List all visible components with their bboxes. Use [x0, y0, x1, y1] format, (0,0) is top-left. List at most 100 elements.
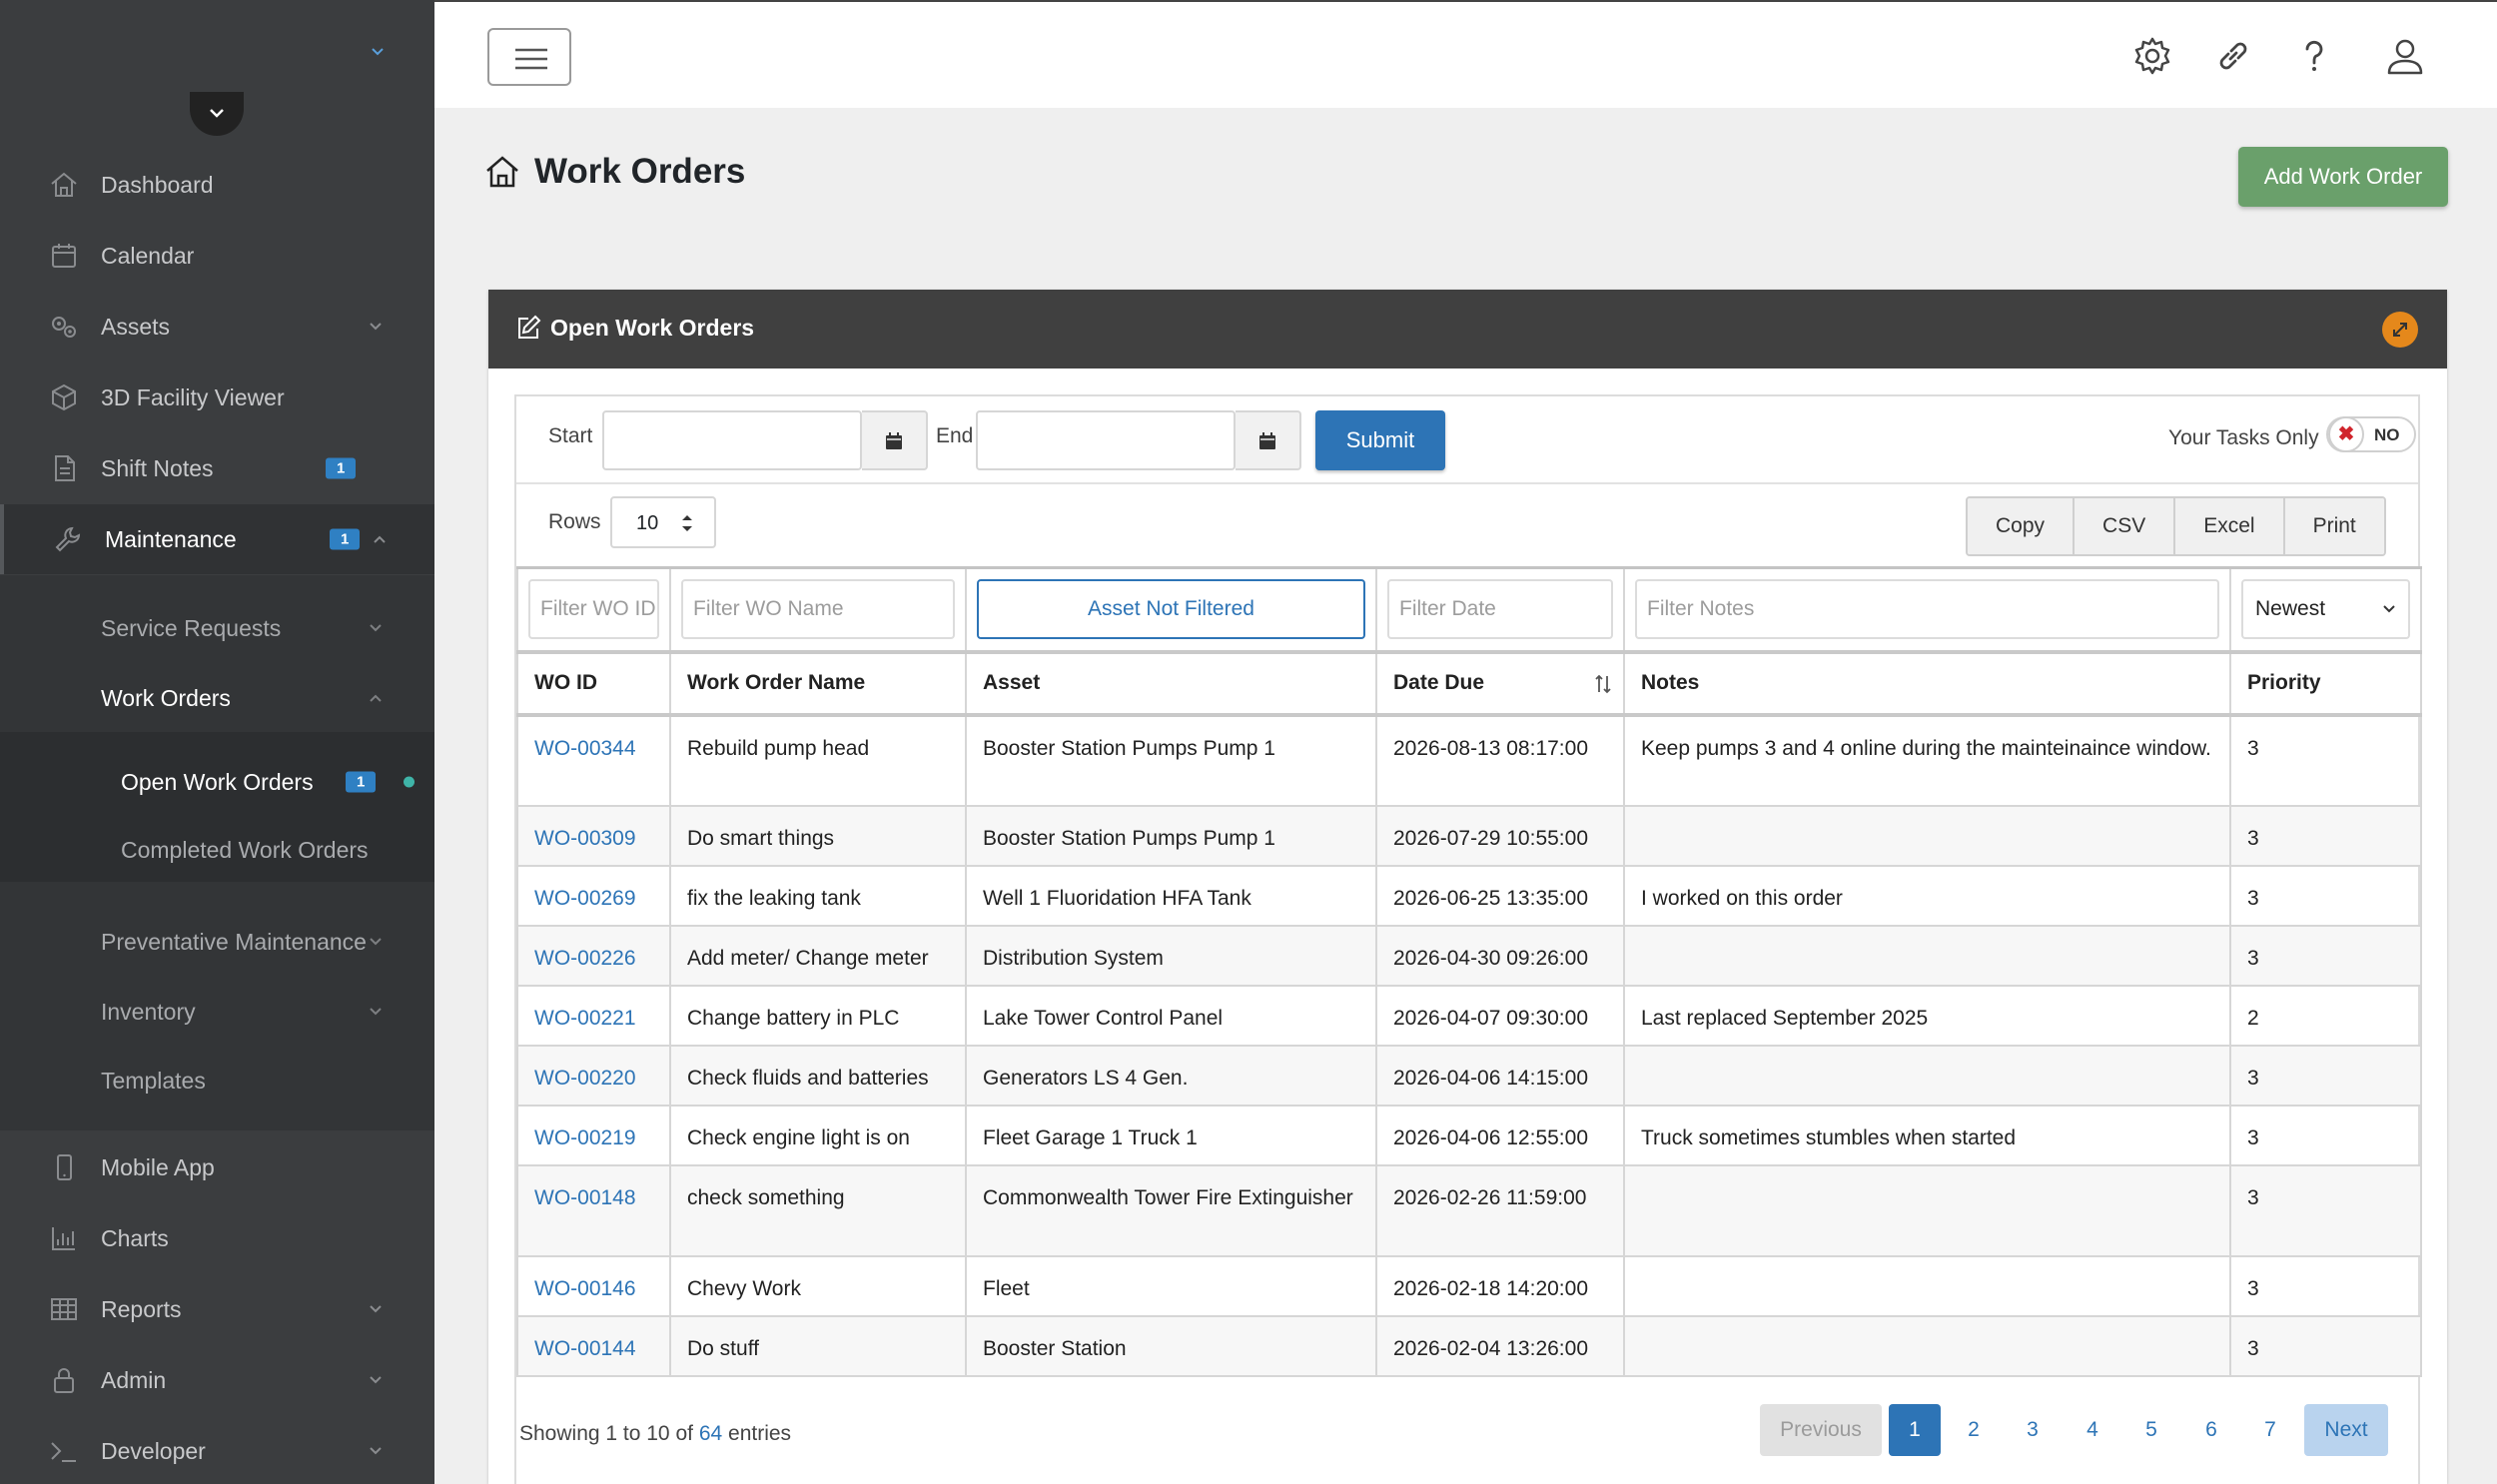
- chevron-down-icon: [370, 938, 382, 946]
- wo-id-link[interactable]: WO-00221: [534, 1007, 636, 1030]
- start-date-input[interactable]: [602, 410, 862, 470]
- end-calendar-button[interactable]: [1236, 410, 1301, 470]
- table-cell: WO-00226: [516, 924, 671, 987]
- wo-id-link[interactable]: WO-00226: [534, 947, 636, 970]
- chevron-down-icon: [210, 109, 224, 118]
- table-row[interactable]: WO-00148 check something Commonwealth Towe…: [516, 1163, 2422, 1257]
- table-cell: [1623, 1314, 2231, 1377]
- column-header-asset[interactable]: Asset: [965, 649, 1377, 717]
- sidebar-item-maintenance[interactable]: Maintenance 1: [0, 504, 434, 574]
- table-cell: WO-00309: [516, 804, 671, 867]
- page-6-button[interactable]: 6: [2185, 1404, 2237, 1456]
- table-cell: Booster Station Pumps Pump 1: [965, 804, 1377, 867]
- page-1-button[interactable]: 1: [1889, 1404, 1941, 1456]
- add-work-order-button[interactable]: Add Work Order: [2238, 147, 2448, 207]
- wo-id-link[interactable]: WO-00148: [534, 1186, 636, 1209]
- column-header-name[interactable]: Work Order Name: [669, 649, 967, 717]
- table-cell: [1623, 1163, 2231, 1257]
- table-row[interactable]: WO-00219 Check engine light is on Fleet Ga…: [516, 1104, 2422, 1166]
- end-date-input[interactable]: [976, 410, 1236, 470]
- table-cell: 2026-02-18 14:20:00: [1375, 1254, 1625, 1317]
- wo-id-link[interactable]: WO-00220: [534, 1067, 636, 1090]
- sidebar-collapse-toggle[interactable]: [190, 92, 244, 136]
- home-icon: [486, 156, 518, 188]
- help-icon[interactable]: [2292, 34, 2336, 78]
- asset-filter-button[interactable]: Asset Not Filtered: [977, 579, 1365, 640]
- column-header-notes[interactable]: Notes: [1623, 649, 2231, 717]
- your-tasks-toggle[interactable]: ✖ NO: [2326, 416, 2416, 452]
- table-row[interactable]: WO-00309 Do smart things Booster Station P…: [516, 804, 2422, 867]
- sidebar-item-label: Admin: [101, 1366, 167, 1393]
- sidebar-item-completed-work-orders[interactable]: Completed Work Orders: [0, 820, 434, 880]
- table-row[interactable]: WO-00269 fix the leaking tank Well 1 Fluor…: [516, 864, 2422, 927]
- column-header-priority[interactable]: Priority: [2229, 649, 2422, 717]
- table-cell: I worked on this order: [1623, 864, 2231, 927]
- sidebar-item-calendar[interactable]: Calendar: [0, 221, 434, 291]
- sidebar-item-reports[interactable]: Reports: [0, 1274, 434, 1344]
- gear-icon[interactable]: [2130, 34, 2174, 78]
- wo-id-link[interactable]: WO-00269: [534, 887, 636, 910]
- sidebar-item-charts[interactable]: Charts: [0, 1203, 434, 1273]
- column-header-wo-id[interactable]: WO ID: [516, 649, 671, 717]
- menu-toggle-button[interactable]: [487, 28, 571, 86]
- wo-name-filter-input[interactable]: Filter WO Name: [681, 579, 955, 640]
- wo-id-link[interactable]: WO-00144: [534, 1337, 636, 1360]
- chevron-down-icon: [370, 1008, 382, 1016]
- wo-id-filter-input[interactable]: Filter WO ID: [528, 579, 659, 640]
- table-cell: 2026-04-30 09:26:00: [1375, 924, 1625, 987]
- sidebar-item-label: Shift Notes: [101, 454, 214, 481]
- user-icon[interactable]: [2383, 34, 2427, 78]
- page-4-button[interactable]: 4: [2067, 1404, 2118, 1456]
- sidebar-item-assets[interactable]: Assets: [0, 292, 434, 362]
- sidebar-item-templates[interactable]: Templates: [0, 1051, 434, 1111]
- table-cell: 2026-06-25 13:35:00: [1375, 864, 1625, 927]
- table-row[interactable]: WO-00221 Change battery in PLC Lake Tower …: [516, 984, 2422, 1047]
- date-filter-input[interactable]: Filter Date: [1387, 579, 1613, 640]
- previous-page-button[interactable]: Previous: [1760, 1404, 1882, 1456]
- table-row[interactable]: WO-00344 Rebuild pump head Booster Station…: [516, 713, 2422, 807]
- submit-button[interactable]: Submit: [1315, 410, 1445, 470]
- sidebar-item-open-work-orders[interactable]: Open Work Orders 1: [0, 752, 434, 812]
- sidebar-item-work-orders[interactable]: Work Orders: [0, 668, 434, 728]
- page-3-button[interactable]: 3: [2007, 1404, 2059, 1456]
- table-row[interactable]: WO-00226 Add meter/ Change meter Distribut…: [516, 924, 2422, 987]
- priority-cell: 3: [2247, 1336, 2259, 1360]
- chevron-up-icon: [374, 535, 386, 543]
- wo-id-link[interactable]: WO-00344: [534, 737, 636, 760]
- sidebar-item-developer[interactable]: Developer: [0, 1416, 434, 1484]
- sidebar-item-dashboard[interactable]: Dashboard: [0, 150, 434, 220]
- page-7-button[interactable]: 7: [2244, 1404, 2296, 1456]
- column-header-date-due[interactable]: Date Due: [1375, 649, 1625, 717]
- wo-id-link[interactable]: WO-00219: [534, 1126, 636, 1149]
- wo-id-link[interactable]: WO-00309: [534, 827, 636, 850]
- page-2-button[interactable]: 2: [1948, 1404, 2000, 1456]
- notes-filter-input[interactable]: Filter Notes: [1635, 579, 2219, 640]
- table-row[interactable]: WO-00220 Check fluids and batteries Genera…: [516, 1044, 2422, 1107]
- table-row[interactable]: WO-00144 Do stuff Booster Station 2026-02-0…: [516, 1314, 2422, 1377]
- chevron-down-icon[interactable]: [368, 42, 388, 62]
- link-icon[interactable]: [2211, 34, 2255, 78]
- print-button[interactable]: Print: [2284, 498, 2384, 554]
- table-cell: [1623, 924, 2231, 987]
- sort-order-select[interactable]: Newest: [2241, 579, 2410, 640]
- copy-button[interactable]: Copy: [1968, 498, 2076, 554]
- wo-id-link[interactable]: WO-00146: [534, 1277, 636, 1300]
- lock-icon: [54, 1368, 74, 1393]
- table-row[interactable]: WO-00146 Chevy Work Fleet 2026-02-18 14:20:…: [516, 1254, 2422, 1317]
- rows-per-page-select[interactable]: 10: [610, 496, 716, 548]
- wo-name-cell: fix the leaking tank: [687, 886, 861, 910]
- sidebar-item-preventative-maintenance[interactable]: Preventative Maintenance: [0, 912, 434, 972]
- csv-button[interactable]: CSV: [2075, 498, 2176, 554]
- next-page-button[interactable]: Next: [2304, 1404, 2388, 1456]
- sidebar-item-mobile-app[interactable]: Mobile App: [0, 1132, 434, 1202]
- sidebar-item-service-requests[interactable]: Service Requests: [0, 598, 434, 658]
- sidebar-item-admin[interactable]: Admin: [0, 1345, 434, 1415]
- start-calendar-button[interactable]: [862, 410, 928, 470]
- excel-button[interactable]: Excel: [2175, 498, 2285, 554]
- sidebar-item-shift-notes[interactable]: Shift Notes 1: [0, 433, 434, 503]
- notes-icon: [55, 455, 75, 481]
- expand-button[interactable]: [2382, 312, 2418, 348]
- sidebar-item-3d-facility-viewer[interactable]: 3D Facility Viewer: [0, 363, 434, 432]
- sidebar-item-inventory[interactable]: Inventory: [0, 982, 434, 1042]
- page-5-button[interactable]: 5: [2125, 1404, 2177, 1456]
